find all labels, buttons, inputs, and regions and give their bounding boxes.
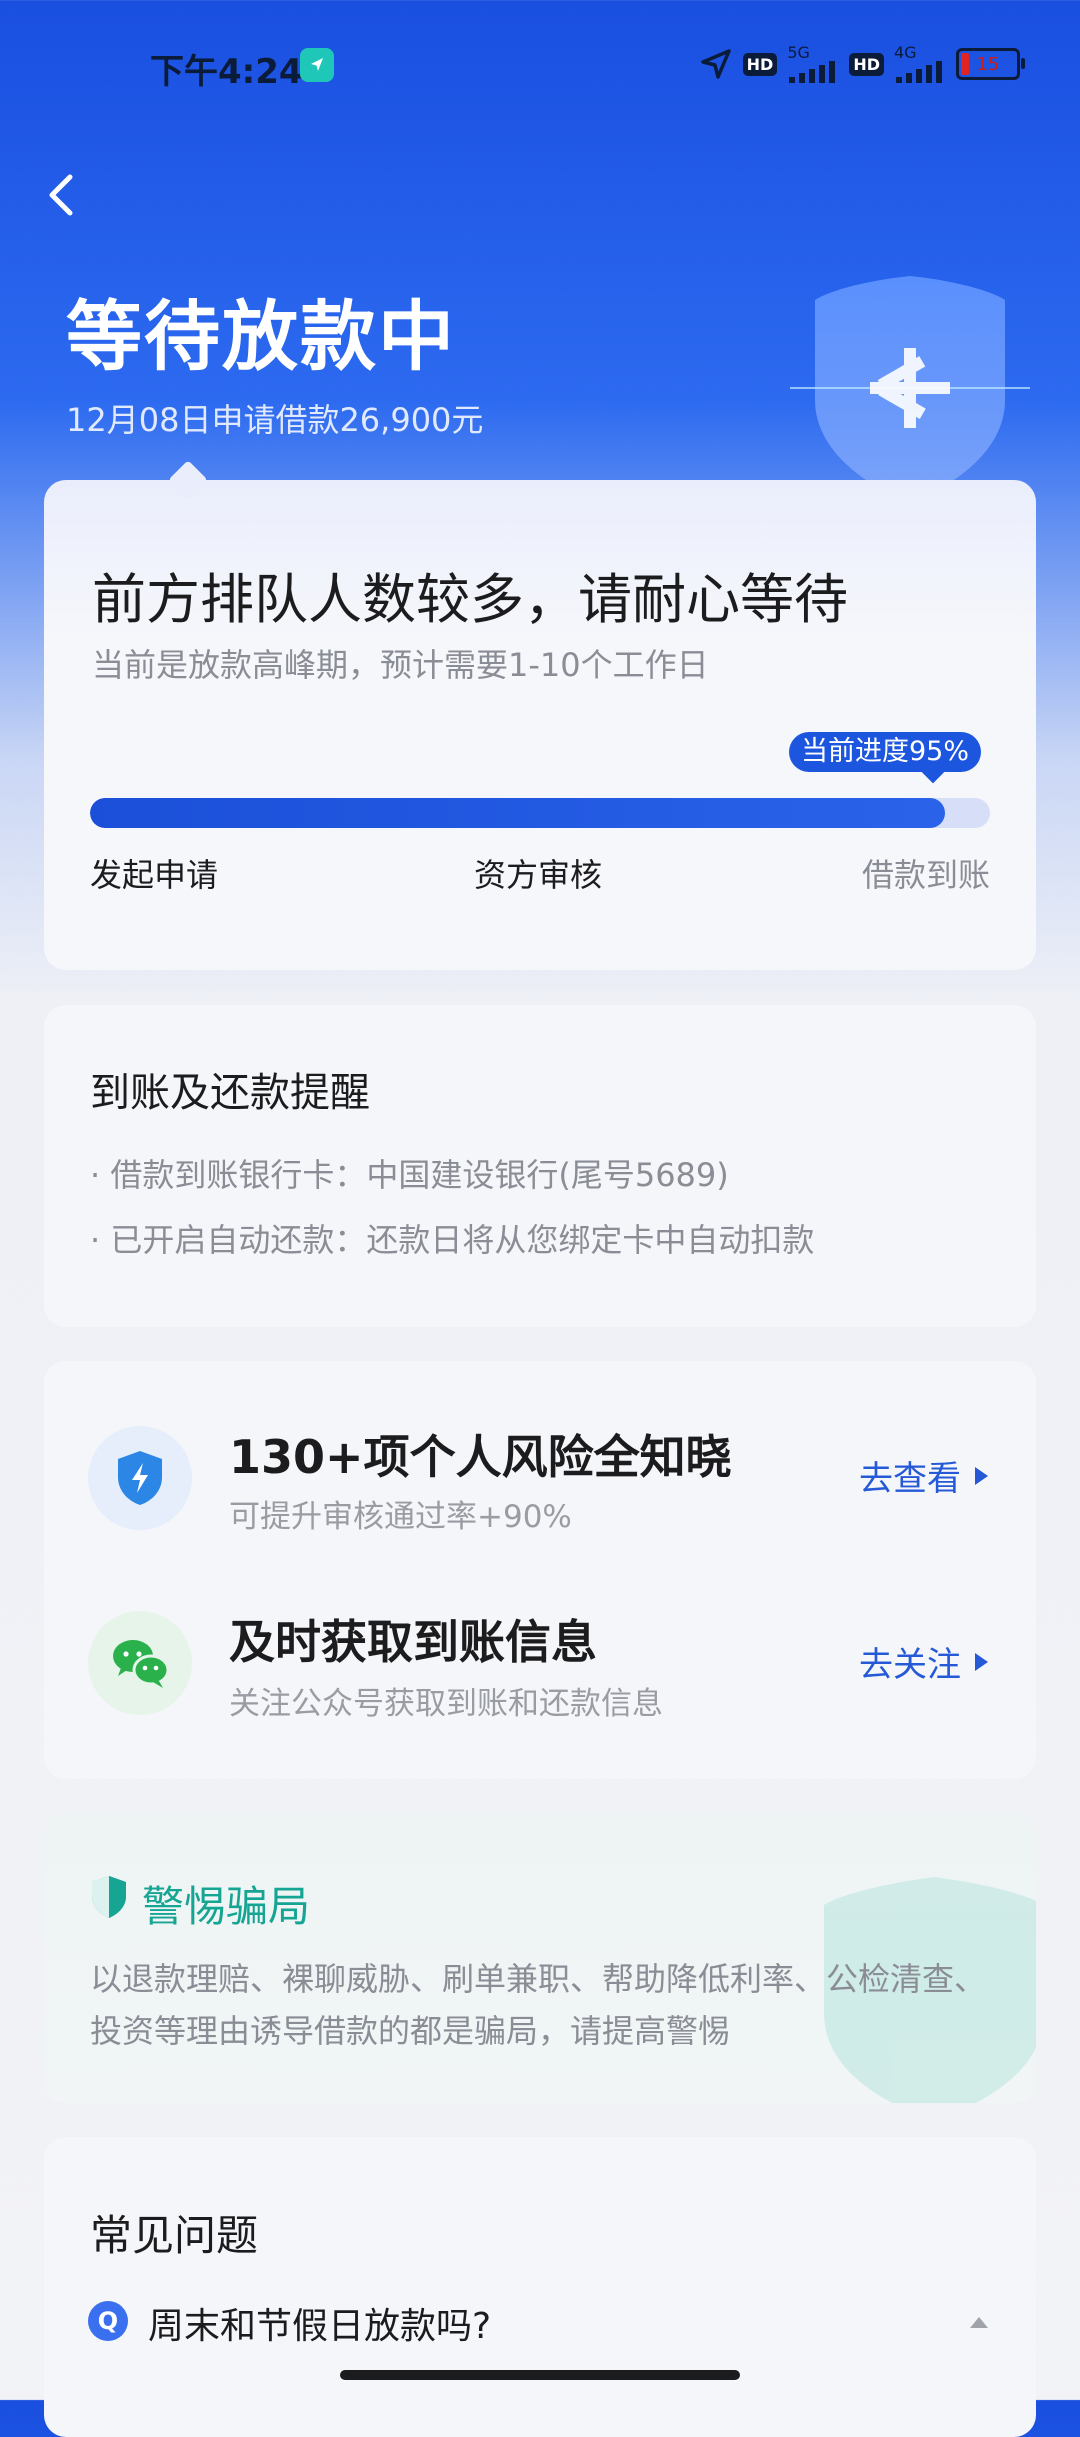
queue-headline: 前方排队人数较多，请耐心等待 — [92, 568, 848, 631]
battery-level: 15 — [976, 53, 1000, 75]
page-title: 等待放款中 — [66, 292, 456, 381]
reminder-title: 到账及还款提醒 — [90, 1070, 370, 1116]
network-type-2: 4G — [894, 43, 917, 62]
fraud-warning-card: 警惕骗局 以退款理赔、裸聊威胁、刷单兼职、帮助降低利率、公检清查、投资等理由诱导… — [44, 1813, 1036, 2103]
view-risk-link[interactable]: 去查看 — [859, 1451, 988, 1500]
shield-check-icon — [92, 1876, 126, 1918]
fraud-title: 警惕骗局 — [142, 1882, 311, 1931]
signal-bars-icon — [896, 61, 942, 83]
queue-description: 当前是放款高峰期，预计需要1-10个工作日 — [92, 646, 709, 684]
progress-label: 当前进度95% — [788, 732, 981, 784]
risk-report-title: 130+项个人风险全知晓 — [229, 1430, 732, 1484]
application-summary: 12月08日申请借款26,900元 — [66, 401, 484, 439]
signal-2: 4G — [894, 45, 946, 83]
loan-status-card: 前方排队人数较多，请耐心等待 当前是放款高峰期，预计需要1-10个工作日 当前进… — [44, 460, 1036, 970]
progress-label-text: 当前进度95% — [800, 736, 969, 767]
faq-card: 常见问题 Q 周末和节假日放款吗? — [44, 2137, 1036, 2437]
home-indicator[interactable] — [340, 2370, 740, 2380]
faq-title: 常见问题 — [90, 2211, 259, 2260]
shield-bolt-icon — [88, 1426, 192, 1530]
follow-account-link-label: 去关注 — [859, 1645, 961, 1685]
navigation-badge-icon — [300, 48, 334, 82]
question-badge-icon: Q — [88, 2301, 128, 2341]
progress-fill — [90, 798, 945, 828]
progress-bar — [90, 798, 990, 828]
hd-badge-2: HD — [849, 52, 884, 76]
back-button[interactable] — [40, 165, 90, 225]
status-indicators: HD 5G HD 4G 15 — [699, 44, 1025, 84]
fraud-description: 以退款理赔、裸聊威胁、刷单兼职、帮助降低利率、公检清查、投资等理由诱导借款的都是… — [90, 1960, 987, 2050]
play-triangle-icon — [975, 1652, 988, 1671]
risk-report-subtitle: 可提升审核通过率+90% — [229, 1499, 572, 1535]
step-disbursed: 借款到账 — [861, 856, 990, 894]
signal-1: 5G — [787, 45, 839, 83]
actions-card: 130+项个人风险全知晓 可提升审核通过率+90% 去查看 及时获取到账信息 关… — [44, 1361, 1036, 1779]
step-review: 资方审核 — [474, 856, 603, 894]
follow-account-link[interactable]: 去关注 — [859, 1637, 988, 1686]
reminder-card: 到账及还款提醒 · 借款到账银行卡：中国建设银行(尾号5689) · 已开启自动… — [44, 1005, 1036, 1327]
wechat-icon — [88, 1611, 192, 1715]
network-type-1: 5G — [787, 43, 810, 62]
status-time: 下午4:24 — [150, 52, 303, 92]
step-apply: 发起申请 — [90, 856, 219, 894]
chevron-left-icon — [49, 174, 73, 216]
notify-title: 及时获取到账信息 — [229, 1615, 597, 1669]
view-risk-link-label: 去查看 — [859, 1459, 961, 1499]
notify-subtitle: 关注公众号获取到账和还款信息 — [229, 1686, 663, 1722]
faq-question-weekend[interactable]: 周末和节假日放款吗? — [148, 2297, 491, 2349]
hd-badge-1: HD — [742, 52, 778, 76]
reminder-bank-card: · 借款到账银行卡：中国建设银行(尾号5689) — [90, 1156, 729, 1194]
battery-icon: 15 — [956, 48, 1025, 80]
signal-bars-icon — [789, 61, 836, 83]
reminder-auto-repay: · 已开启自动还款：还款日将从您绑定卡中自动扣款 — [90, 1221, 815, 1259]
caret-up-icon[interactable] — [970, 2317, 988, 2328]
shield-logo-icon — [790, 276, 1030, 504]
status-bar: 下午4:24 HD 5G HD 4G 15 — [0, 0, 1080, 130]
play-triangle-icon — [975, 1466, 988, 1485]
location-icon — [700, 49, 731, 79]
